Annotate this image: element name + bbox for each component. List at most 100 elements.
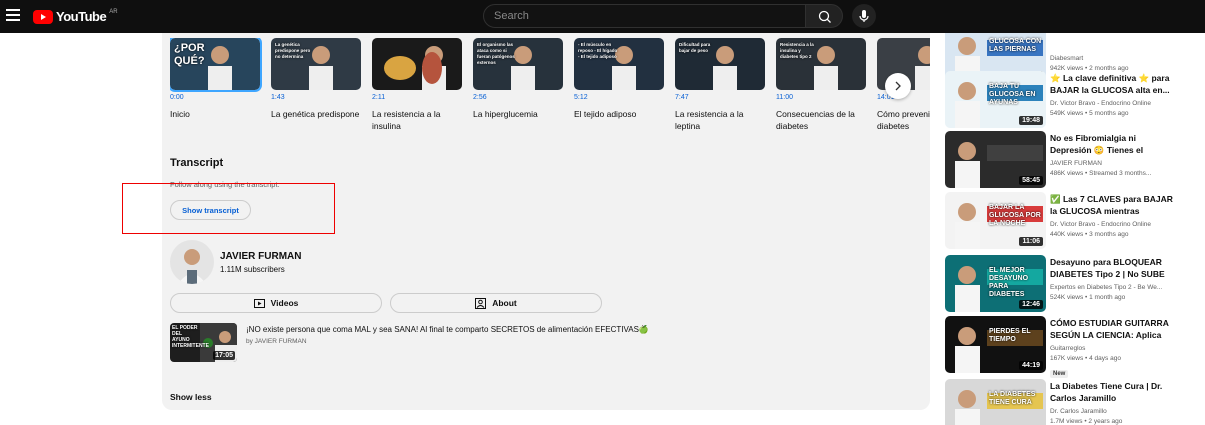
chapter-thumbnail[interactable] — [372, 38, 462, 90]
person-icon — [475, 297, 487, 309]
sidebar-channel-name[interactable]: Dr. Victor Bravo - Endocrino Online — [1050, 221, 1175, 228]
sidebar-video[interactable]: BAJAR LA GLUCOSA POR LA NOCHE 11:06 ✅ Las … — [945, 192, 1205, 250]
chapter-title[interactable]: El tejido adiposo — [574, 108, 664, 120]
sidebar-video[interactable]: BAJA TU GLUCOSA EN AYUNAS 19:48 ⭐ La clave… — [945, 71, 1205, 129]
chapter-title[interactable]: Consecuencias de la diabetes — [776, 108, 866, 132]
search-input[interactable]: Search — [483, 4, 806, 28]
sidebar-channel-name[interactable]: JAVIER FURMAN — [1050, 160, 1175, 167]
sidebar-thumbnail[interactable]: BAJA TU GLUCOSA EN AYUNAS 19:48 — [945, 71, 1046, 128]
sidebar-video[interactable]: EL MEJOR DESAYUNO PARA DIABETES 12:46 Desa… — [945, 255, 1205, 313]
chapter-item[interactable]: Dificultad para bajar de peso 7:47 La resi… — [675, 38, 770, 132]
sidebar-thumb-text: EL MEJOR DESAYUNO PARA DIABETES — [989, 267, 1029, 298]
featured-duration: 17:05 — [213, 351, 235, 360]
sidebar-channel-name[interactable]: Diabesmart — [1050, 55, 1175, 62]
show-transcript-button[interactable]: Show transcript — [170, 200, 251, 220]
sidebar-channel-name[interactable]: Dr. Carlos Jaramillo — [1050, 408, 1175, 415]
chapter-title[interactable]: La genética predispone — [271, 108, 361, 120]
voice-search-button[interactable] — [852, 4, 876, 28]
videos-button[interactable]: Videos — [170, 293, 382, 313]
featured-channel: by JAVIER FURMAN — [246, 338, 307, 345]
transcript-heading: Transcript — [170, 157, 224, 169]
chapter-timestamp[interactable]: 11:00 — [776, 94, 871, 102]
chapter-title[interactable]: Inicio — [170, 108, 260, 120]
chapters-next-button[interactable] — [885, 73, 911, 99]
sidebar-video-meta: 549K views • 5 months ago — [1050, 110, 1129, 117]
sidebar-video-title[interactable]: No es Fibromialgia ni Depresión 😳 Tienes… — [1050, 132, 1175, 156]
chapter-title[interactable]: Cómo prevenir la diabetes — [877, 108, 930, 132]
channel-avatar[interactable] — [170, 240, 214, 284]
chapter-item[interactable]: El organismo las ataca como si fueran pa… — [473, 38, 568, 120]
recommendations-sidebar: GLUCOSA CON LAS PIERNAS8:24Diabesmart942… — [945, 33, 1205, 425]
sidebar-channel-name[interactable]: Dr. Victor Bravo - Endocrino Online — [1050, 100, 1175, 107]
description-panel: ¿POR QUÉ? 0:00 Inicio La genética predispon… — [162, 33, 930, 410]
region-code: AR — [109, 8, 118, 15]
sidebar-channel-name[interactable]: Expertos en Diabetes Tipo 2 - Be We... — [1050, 284, 1175, 291]
sidebar-video-title[interactable]: ⭐ La clave definitiva ⭐ para BAJAR la GL… — [1050, 72, 1175, 96]
chapter-item[interactable]: - El músculo en reposo - El hígado - El … — [574, 38, 669, 120]
chapter-thumbnail[interactable]: El organismo las ataca como si fueran pa… — [473, 38, 563, 90]
duration-badge: 11:06 — [1019, 237, 1043, 246]
chapter-item[interactable]: Resistencia a la insulina y diabetes tip… — [776, 38, 871, 132]
sidebar-thumbnail[interactable]: LA DIABETES TIENE CURA — [945, 379, 1046, 425]
show-less-button[interactable]: Show less — [170, 392, 212, 402]
sidebar-video-meta: 167K views • 4 days ago — [1050, 355, 1121, 362]
chapter-timestamp[interactable]: 7:47 — [675, 94, 770, 102]
sidebar-video-title[interactable]: Desayuno para BLOQUEAR DIABETES Tipo 2 |… — [1050, 256, 1175, 280]
sidebar-thumbnail[interactable]: PIERDES EL TIEMPO 44:19 — [945, 316, 1046, 373]
sidebar-video[interactable]: PIERDES EL TIEMPO 44:19 CÓMO ESTUDIAR GUIT… — [945, 316, 1205, 378]
sidebar-thumb-text: PIERDES EL TIEMPO — [989, 328, 1031, 343]
sidebar-thumbnail[interactable]: 58:45 — [945, 131, 1046, 188]
channel-name[interactable]: JAVIER FURMAN — [220, 251, 301, 262]
sidebar-video[interactable]: 58:45 No es Fibromialgia ni Depresión 😳 T… — [945, 131, 1205, 189]
youtube-logo[interactable]: YouTube AR — [33, 9, 118, 24]
chapter-title[interactable]: La hiperglucemia — [473, 108, 563, 120]
sidebar-video-title[interactable]: CÓMO ESTUDIAR GUITARRA SEGÚN LA CIENCIA:… — [1050, 317, 1175, 341]
sidebar-video-meta: 1.7M views • 2 years ago — [1050, 418, 1123, 425]
featured-title[interactable]: ¡NO existe persona que coma MAL y sea SA… — [246, 325, 649, 334]
duration-badge: 19:48 — [1019, 116, 1043, 125]
sidebar-video[interactable]: LA DIABETES TIENE CURA La Diabetes Tiene … — [945, 379, 1205, 425]
menu-icon[interactable] — [6, 9, 20, 21]
chapter-item[interactable]: ¿POR QUÉ? 0:00 Inicio — [170, 38, 265, 120]
new-badge: New — [1050, 370, 1069, 378]
chapter-item[interactable]: La genética predispone pero no determina… — [271, 38, 366, 120]
about-label: About — [492, 298, 517, 308]
chapter-thumbnail[interactable]: Resistencia a la insulina y diabetes tip… — [776, 38, 866, 90]
sidebar-video-title[interactable]: ✅ Las 7 CLAVES para BAJAR la GLUCOSA mie… — [1050, 193, 1175, 217]
search-button[interactable] — [805, 4, 843, 28]
sidebar-thumbnail[interactable]: BAJAR LA GLUCOSA POR LA NOCHE 11:06 — [945, 192, 1046, 249]
chapter-thumb-text: La genética predispone pero no determina — [275, 42, 311, 59]
chapter-thumb-text: Resistencia a la insulina y diabetes tip… — [780, 42, 814, 59]
chapter-timestamp[interactable]: 2:56 — [473, 94, 568, 102]
sidebar-channel-name[interactable]: Guitarreglos — [1050, 345, 1175, 352]
chapter-thumbnail[interactable]: ¿POR QUÉ? — [170, 38, 262, 92]
chapter-timestamp[interactable]: 5:12 — [574, 94, 669, 102]
play-logo-icon — [33, 9, 53, 24]
chapter-title[interactable]: La resistencia a la insulina — [372, 108, 462, 132]
chapter-thumbnail[interactable]: - El músculo en reposo - El hígado - El … — [574, 38, 664, 90]
chapter-title[interactable]: La resistencia a la leptina — [675, 108, 765, 132]
transcript-subtitle: Follow along using the transcript. — [170, 180, 280, 189]
chevron-right-icon — [895, 81, 901, 91]
chapter-timestamp[interactable]: 0:00 — [170, 94, 265, 102]
sidebar-video-title[interactable] — [1050, 33, 1175, 51]
chapter-thumbnail[interactable]: La genética predispone pero no determina — [271, 38, 361, 90]
mic-icon — [859, 10, 869, 22]
sidebar-video-title[interactable]: La Diabetes Tiene Cura | Dr. Carlos Jara… — [1050, 380, 1175, 404]
chapter-item[interactable]: 2:11 La resistencia a la insulina — [372, 38, 467, 132]
about-button[interactable]: About — [390, 293, 602, 313]
duration-badge: 12:46 — [1019, 300, 1043, 309]
chapter-timestamp[interactable]: 2:11 — [372, 94, 467, 102]
sidebar-thumb-text: BAJA TU GLUCOSA EN AYUNAS — [989, 83, 1036, 106]
chapter-thumb-text: Dificultad para bajar de peso — [679, 42, 711, 53]
chapters-carousel: ¿POR QUÉ? 0:00 Inicio La genética predispon… — [170, 38, 930, 148]
sidebar-video-meta: 486K views • Streamed 3 months... — [1050, 170, 1152, 177]
featured-thumbnail[interactable]: EL PODER DEL AYUNO INTERMITENTE 17:05 — [170, 323, 237, 362]
chapter-thumb-text: El organismo las ataca como si fueran pa… — [477, 42, 515, 65]
sidebar-thumb-text: LA DIABETES TIENE CURA — [989, 391, 1036, 406]
duration-badge: 58:45 — [1019, 176, 1043, 185]
chapter-timestamp[interactable]: 1:43 — [271, 94, 366, 102]
chapter-thumbnail[interactable]: Dificultad para bajar de peso — [675, 38, 765, 90]
sidebar-thumbnail[interactable]: EL MEJOR DESAYUNO PARA DIABETES 12:46 — [945, 255, 1046, 312]
sidebar-thumb-text: GLUCOSA CON LAS PIERNAS — [989, 38, 1042, 53]
